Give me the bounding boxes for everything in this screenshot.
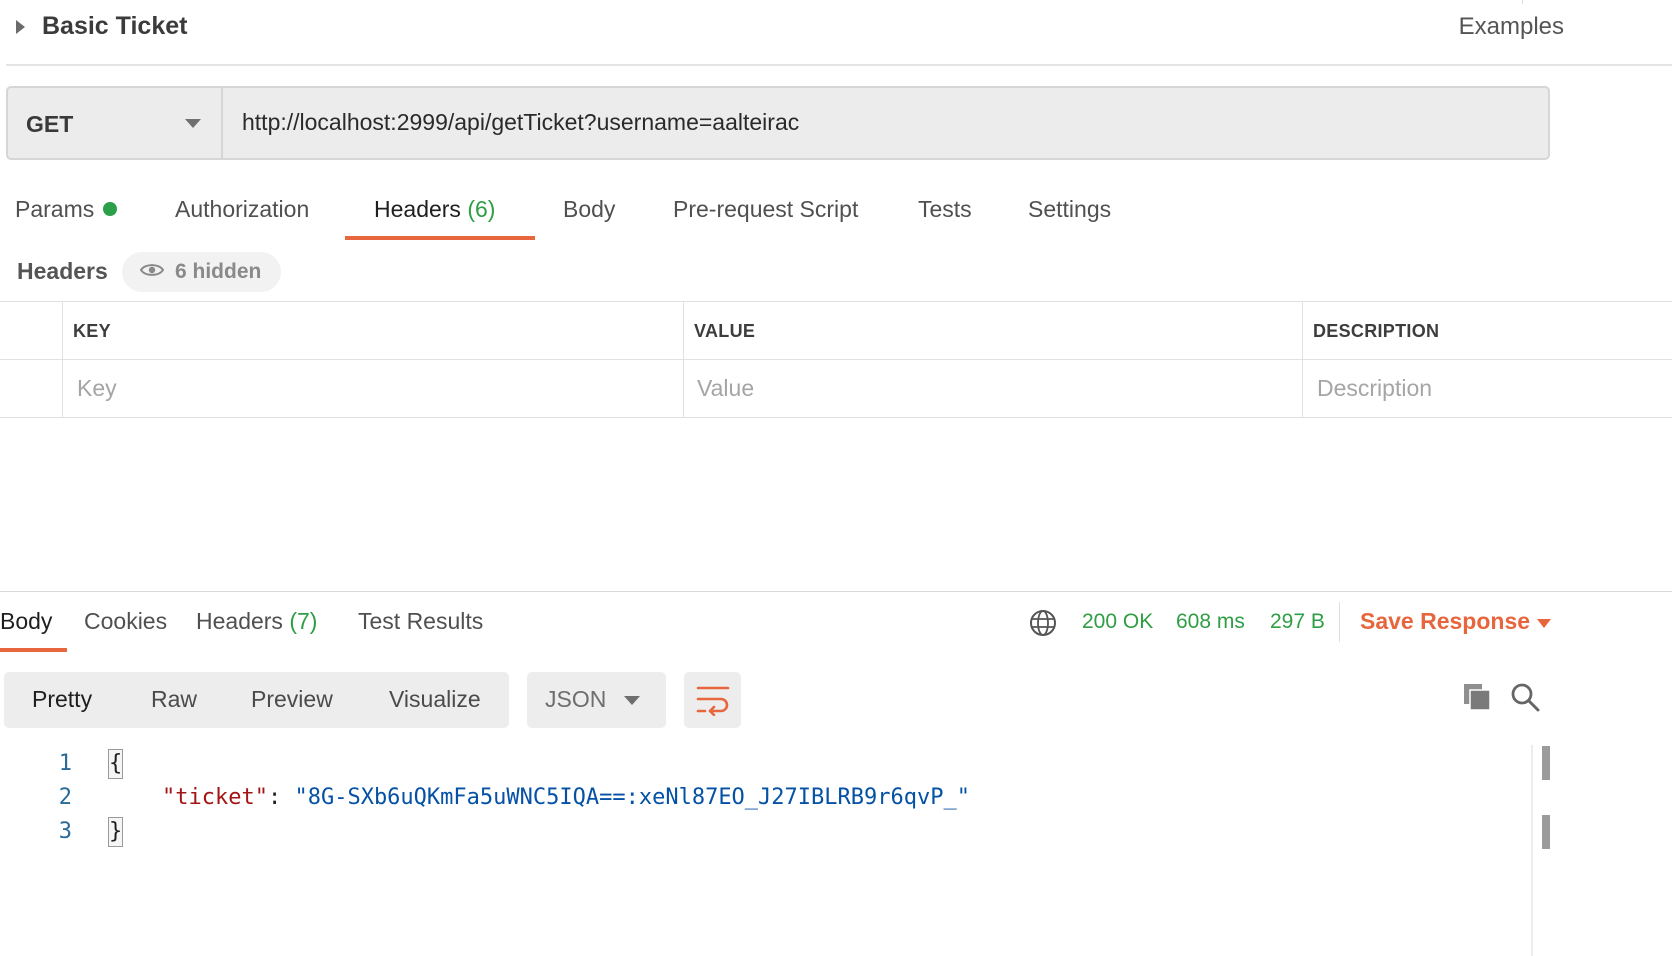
tab-tests[interactable]: Tests: [918, 196, 972, 223]
line-number: 3: [58, 819, 72, 844]
view-raw-button[interactable]: Raw: [151, 686, 197, 713]
tab-body[interactable]: Body: [563, 196, 615, 223]
method-value: GET: [26, 111, 74, 137]
column-divider: [1302, 302, 1303, 417]
view-visualize-button[interactable]: Visualize: [389, 686, 481, 713]
active-tab-indicator: [345, 236, 535, 240]
scrollbar-marker: [1542, 815, 1550, 849]
examples-divider: [1522, 0, 1523, 4]
response-tab-cookies[interactable]: Cookies: [84, 608, 167, 635]
tab-label: Tests: [918, 196, 972, 222]
url-value: http://localhost:2999/api/getTicket?user…: [242, 109, 800, 135]
line-number: 2: [58, 785, 72, 810]
json-line[interactable]: "ticket": "8G-SXb6uQKmFa5uWNC5IQA==:xeNl…: [162, 785, 970, 810]
scrollbar-track[interactable]: [1531, 745, 1533, 956]
tab-label: Params: [15, 196, 95, 222]
tab-label: Headers: [374, 196, 461, 222]
value-input[interactable]: Value: [697, 375, 754, 402]
format-value: JSON: [545, 686, 607, 712]
chevron-down-icon[interactable]: [1537, 619, 1551, 628]
request-title[interactable]: Basic Ticket: [42, 12, 187, 41]
column-divider: [62, 302, 63, 417]
eye-icon: [140, 264, 164, 276]
title-divider: [6, 64, 1672, 66]
tab-label: Pre-request Script: [673, 196, 859, 222]
json-colon: :: [267, 785, 295, 810]
tab-settings[interactable]: Settings: [1028, 196, 1111, 223]
chevron-down-icon[interactable]: [185, 119, 201, 128]
tab-params[interactable]: Params: [15, 196, 118, 223]
copy-icon[interactable]: [1462, 682, 1492, 712]
response-size[interactable]: 297 B: [1270, 610, 1325, 634]
examples-button[interactable]: Examples: [1459, 13, 1564, 41]
key-input[interactable]: Key: [77, 375, 117, 402]
table-bottom-border: [0, 417, 1672, 418]
tab-label: Body: [563, 196, 616, 222]
params-indicator-dot: [103, 202, 118, 216]
json-open-brace: {: [109, 751, 123, 776]
response-tab-test-results[interactable]: Test Results: [358, 608, 483, 635]
tab-pre-request-script[interactable]: Pre-request Script: [673, 196, 858, 223]
scrollbar-thumb[interactable]: [1542, 746, 1550, 780]
collapse-caret-icon[interactable]: [16, 20, 25, 34]
table-header-border: [0, 359, 1672, 360]
column-header-description: DESCRIPTION: [1313, 321, 1440, 341]
view-preview-button[interactable]: Preview: [251, 686, 333, 713]
tab-label: Settings: [1028, 196, 1112, 222]
tab-label: Authorization: [175, 196, 310, 222]
active-tab-indicator: [0, 648, 67, 652]
response-time[interactable]: 608 ms: [1176, 610, 1245, 634]
description-input[interactable]: Description: [1317, 375, 1432, 402]
status-divider: [1339, 602, 1340, 642]
tab-label: Body: [0, 608, 53, 634]
tab-count: (6): [467, 196, 496, 222]
json-key: "ticket": [162, 785, 268, 810]
globe-icon[interactable]: [1029, 609, 1057, 637]
chevron-down-icon[interactable]: [624, 696, 640, 705]
hidden-headers-count: 6 hidden: [175, 260, 262, 283]
response-tab-body[interactable]: Body: [0, 608, 52, 635]
response-divider[interactable]: [0, 591, 1672, 592]
column-divider: [683, 302, 684, 417]
save-response-button[interactable]: Save Response: [1360, 608, 1530, 635]
line-number: 1: [58, 751, 72, 776]
tab-authorization[interactable]: Authorization: [175, 196, 309, 223]
tab-count: (7): [289, 608, 318, 634]
json-close-brace: }: [109, 819, 123, 844]
tab-label: Headers: [196, 608, 283, 634]
view-pretty-button[interactable]: Pretty: [32, 686, 92, 713]
headers-section-label: Headers: [17, 258, 108, 284]
table-top-border: [0, 301, 1672, 302]
search-icon[interactable]: [1510, 682, 1540, 712]
json-string-value: "8G-SXb6uQKmFa5uWNC5IQA==:xeNl87EO_J27IB…: [294, 785, 970, 810]
tab-headers[interactable]: Headers (6): [374, 196, 495, 223]
column-header-value: VALUE: [694, 321, 756, 341]
response-tab-headers[interactable]: Headers (7): [196, 608, 317, 635]
column-header-key: KEY: [73, 321, 111, 341]
wrap-lines-icon: [696, 686, 730, 716]
tab-label: Test Results: [358, 608, 484, 634]
status-code[interactable]: 200 OK: [1082, 610, 1153, 634]
tab-label: Cookies: [84, 608, 168, 634]
